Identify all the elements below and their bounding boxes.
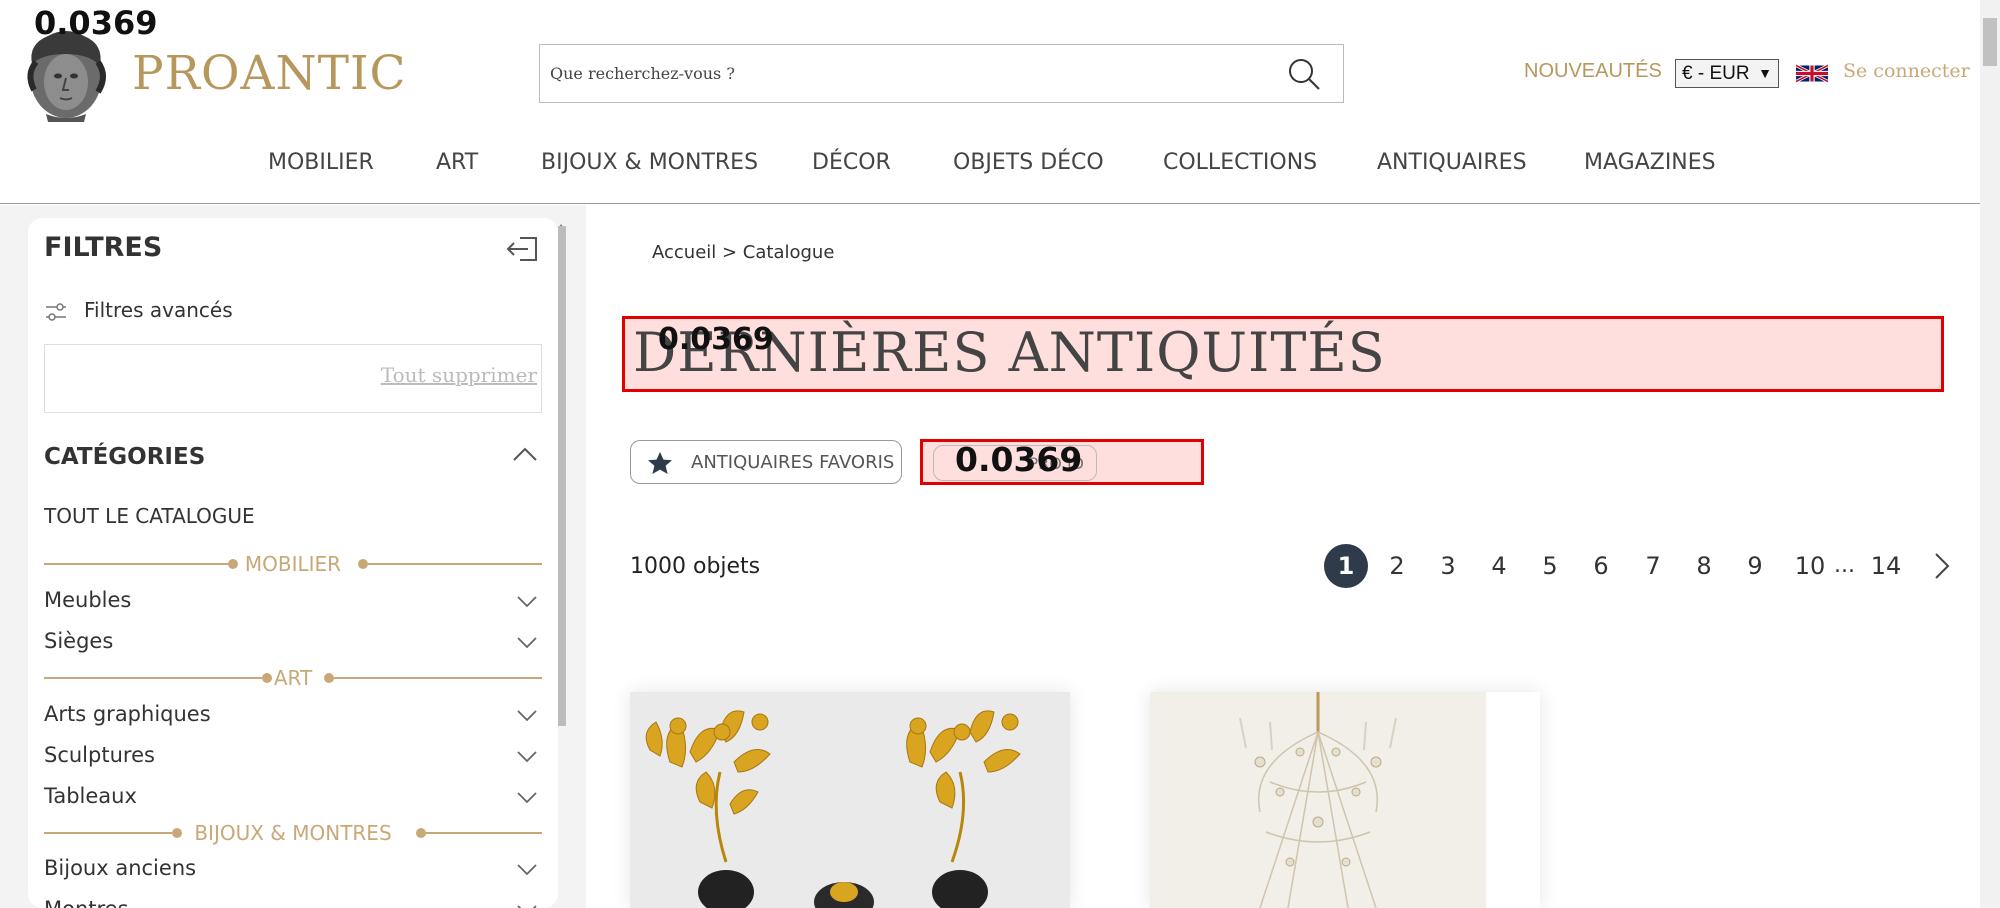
category-label: Bijoux anciens — [44, 856, 197, 880]
all-catalog-link[interactable]: TOUT LE CATALOGUE — [44, 504, 255, 528]
chevron-down-icon[interactable] — [516, 749, 538, 763]
category-sieges[interactable]: Sièges — [44, 629, 542, 659]
chevron-down-icon: ▼ — [1758, 65, 1772, 81]
category-montres[interactable]: Montres — [44, 897, 542, 908]
section-divider-art: ART — [44, 666, 542, 690]
product-card[interactable] — [1150, 692, 1540, 908]
logo-text[interactable]: PROANTIC — [132, 46, 407, 101]
page-9[interactable]: 9 — [1733, 544, 1777, 588]
filters-title: FILTRES — [44, 232, 163, 263]
product-image-candelabra[interactable] — [630, 692, 1070, 908]
page-7[interactable]: 7 — [1631, 544, 1675, 588]
search-icon[interactable] — [1287, 57, 1321, 91]
chevron-down-icon[interactable] — [516, 708, 538, 722]
category-arts-graphiques[interactable]: Arts graphiques — [44, 702, 542, 732]
clear-all-link[interactable]: Tout supprimer — [381, 363, 537, 387]
page-3[interactable]: 3 — [1426, 544, 1470, 588]
nav-item-magazines[interactable]: MAGAZINES — [1584, 150, 1716, 175]
chevron-up-icon[interactable] — [512, 446, 538, 462]
category-label: Arts graphiques — [44, 702, 211, 726]
page-1[interactable]: 1 — [1324, 544, 1368, 588]
nav-item-mobilier[interactable]: MOBILIER — [268, 150, 374, 175]
nav-item-art[interactable]: ART — [436, 150, 478, 175]
uk-flag-icon[interactable] — [1796, 62, 1828, 85]
star-icon — [648, 452, 672, 474]
filters-sidebar: FILTRES Filtres avancés Tout supprimer C… — [28, 218, 558, 908]
page-10[interactable]: 10 — [1784, 544, 1836, 588]
category-meubles[interactable]: Meubles — [44, 588, 542, 618]
page-8[interactable]: 8 — [1682, 544, 1726, 588]
chevron-down-icon[interactable] — [516, 635, 538, 649]
collapse-sidebar-icon[interactable] — [506, 234, 540, 264]
category-label: Meubles — [44, 588, 132, 612]
nouveautes-link[interactable]: NOUVEAUTÉS — [1524, 60, 1662, 83]
category-label: Sièges — [44, 629, 114, 653]
category-label: Sculptures — [44, 743, 155, 767]
title-highlight: DERNIÈRES ANTIQUITÉS — [622, 316, 1944, 392]
nav-item-bijoux-montres[interactable]: BIJOUX & MONTRES — [541, 150, 758, 175]
breadcrumb[interactable]: Accueil > Catalogue — [652, 242, 834, 263]
category-label: Tableaux — [44, 784, 137, 808]
section-divider-mobilier: MOBILIER — [44, 552, 542, 576]
product-image-chandelier[interactable] — [1150, 692, 1486, 908]
login-link[interactable]: Se connecter — [1843, 60, 1970, 82]
section-divider-bijoux: BIJOUX & MONTRES — [44, 821, 542, 845]
pagination: 1 2 3 4 5 6 7 8 9 10 ... 14 — [1322, 544, 1962, 588]
page: PROANTIC NOUVEAUTÉS € - EUR ▼ Se connect… — [0, 0, 2000, 908]
page-4[interactable]: 4 — [1477, 544, 1521, 588]
advanced-filters-link[interactable]: Filtres avancés — [84, 298, 233, 322]
page-6[interactable]: 6 — [1579, 544, 1623, 588]
category-bijoux-anciens[interactable]: Bijoux anciens — [44, 856, 542, 886]
chevron-down-icon[interactable] — [516, 903, 538, 908]
sidebar-scrollbar[interactable] — [558, 226, 566, 726]
currency-value: € - EUR — [1682, 63, 1750, 84]
search-bar[interactable] — [539, 44, 1344, 103]
nav-item-collections[interactable]: COLLECTIONS — [1163, 150, 1317, 175]
overlay-label-title: 0.0369 — [658, 322, 774, 357]
page-scrollbar-thumb[interactable] — [1983, 18, 1997, 66]
page-scrollbar[interactable] — [1980, 0, 2000, 908]
category-tableaux[interactable]: Tableaux — [44, 784, 542, 814]
chevron-right-icon[interactable] — [1932, 552, 1952, 580]
favorite-dealers-button[interactable]: ANTIQUAIRES FAVORIS — [630, 440, 902, 484]
search-input[interactable] — [550, 45, 1250, 102]
page-2[interactable]: 2 — [1375, 544, 1419, 588]
page-5[interactable]: 5 — [1528, 544, 1572, 588]
category-label: Montres — [44, 897, 129, 908]
nav-item-antiquaires[interactable]: ANTIQUAIRES — [1377, 150, 1527, 175]
product-card[interactable] — [630, 692, 1070, 908]
results-count: 1000 objets — [630, 554, 761, 579]
site-header: PROANTIC NOUVEAUTÉS € - EUR ▼ Se connect… — [0, 0, 1980, 204]
nav-item-decor[interactable]: DÉCOR — [812, 150, 891, 175]
pagination-ellipsis: ... — [1834, 553, 1855, 578]
active-filters-box: Tout supprimer — [44, 344, 542, 413]
category-sculptures[interactable]: Sculptures — [44, 743, 542, 773]
currency-select[interactable]: € - EUR ▼ — [1675, 59, 1779, 88]
overlay-label-pro: 0.0369 — [955, 440, 1083, 479]
categories-title[interactable]: CATÉGORIES — [44, 444, 205, 470]
nav-item-objets-deco[interactable]: OBJETS DÉCO — [953, 150, 1104, 175]
chevron-down-icon[interactable] — [516, 594, 538, 608]
chevron-down-icon[interactable] — [516, 790, 538, 804]
sliders-icon[interactable] — [44, 302, 68, 322]
page-14[interactable]: 14 — [1862, 544, 1910, 588]
chevron-down-icon[interactable] — [516, 862, 538, 876]
favorite-dealers-label: ANTIQUAIRES FAVORIS — [691, 452, 895, 473]
overlay-label-top: 0.0369 — [34, 4, 158, 42]
main-nav: MOBILIER ART BIJOUX & MONTRES DÉCOR OBJE… — [0, 150, 1980, 186]
